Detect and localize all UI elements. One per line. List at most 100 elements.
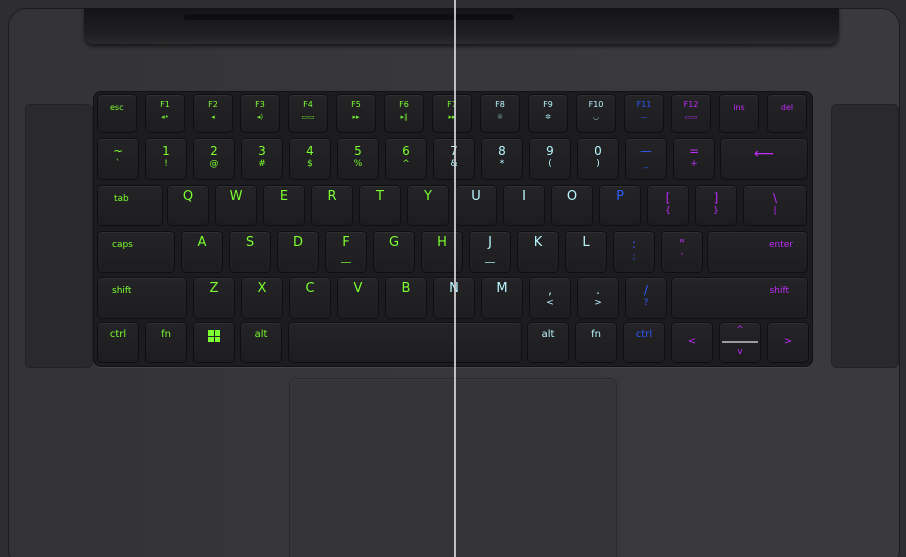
key-sym[interactable]: — _ xyxy=(626,139,666,179)
key-j[interactable]: J xyxy=(470,232,510,272)
key-caps[interactable]: caps xyxy=(98,232,174,272)
key-u[interactable]: U xyxy=(456,186,496,225)
homing-bump xyxy=(485,262,495,263)
key-8[interactable]: 8 * xyxy=(482,139,522,179)
key-y[interactable]: Y xyxy=(408,186,448,225)
key-sublabel: < xyxy=(546,298,554,308)
key-g[interactable]: G xyxy=(374,232,414,272)
key-enter[interactable]: enter xyxy=(708,232,807,272)
key-9[interactable]: 9( xyxy=(530,139,570,179)
backspace-arrow: ⟵ xyxy=(753,146,775,162)
key-f[interactable]: F xyxy=(326,232,366,272)
key-i[interactable]: I xyxy=(504,186,544,225)
key-alt-right[interactable]: alt xyxy=(528,323,568,362)
key-m[interactable]: M xyxy=(482,278,522,318)
key-o[interactable]: O xyxy=(552,186,592,225)
key-esc[interactable]: esc xyxy=(98,95,136,132)
key-label: F9 xyxy=(543,100,553,109)
key-fn-left[interactable]: fn xyxy=(146,323,186,362)
key-sym[interactable]: , < xyxy=(530,278,570,318)
key-b[interactable]: B xyxy=(386,278,426,318)
key-f5[interactable]: F5 ▸▸ xyxy=(337,95,375,132)
key-h[interactable]: H xyxy=(422,232,462,272)
key-f2[interactable]: F2 ◂ xyxy=(194,95,232,132)
key-sym[interactable]: ]} xyxy=(696,186,736,225)
key-ctrl-left[interactable]: ctrl xyxy=(98,323,138,362)
key-f8[interactable]: F8 ☼ xyxy=(481,95,519,132)
key-6[interactable]: 6 ^ xyxy=(386,139,426,179)
key-sym[interactable]: . > xyxy=(578,278,618,318)
key-0[interactable]: 0) xyxy=(578,139,618,179)
key-w[interactable]: W xyxy=(216,186,256,225)
key-label: F3 xyxy=(255,100,265,109)
key-a[interactable]: A xyxy=(182,232,222,272)
key-shift-left[interactable]: shift xyxy=(98,278,186,318)
key-e[interactable]: E xyxy=(264,186,304,225)
key-label: V xyxy=(353,281,363,296)
key-right-arrow[interactable]: > xyxy=(768,323,808,362)
key-sublabel: ◂) xyxy=(256,113,264,121)
key-alt-left[interactable]: alt xyxy=(241,323,281,362)
key-label: 6 xyxy=(402,144,410,158)
key-left-arrow[interactable]: < xyxy=(672,323,712,362)
down-arrow-icon: v xyxy=(737,347,743,357)
key-r[interactable]: R xyxy=(312,186,352,225)
key-ins[interactable]: ins xyxy=(720,95,758,132)
key-5[interactable]: 5% xyxy=(338,139,378,179)
key-q[interactable]: Q xyxy=(168,186,208,225)
key-tab[interactable]: tab xyxy=(98,186,162,225)
key-up-down-arrows[interactable]: ^ v xyxy=(720,323,760,362)
key-k[interactable]: K xyxy=(518,232,558,272)
key-v[interactable]: V xyxy=(338,278,378,318)
key-shift-right[interactable]: shift xyxy=(672,278,807,318)
key-label: F xyxy=(342,235,350,250)
key-l[interactable]: L xyxy=(566,232,606,272)
key-sublabel: ! xyxy=(164,159,168,169)
key-label: R xyxy=(327,189,337,204)
key-windows[interactable] xyxy=(194,323,234,362)
key-f7[interactable]: F7 ▸▸ xyxy=(433,95,471,132)
key-d[interactable]: D xyxy=(278,232,318,272)
key-label: 9 xyxy=(546,144,554,158)
trackpad[interactable] xyxy=(290,379,616,557)
key-f6[interactable]: F6 ▸‖ xyxy=(385,95,423,132)
key-label: C xyxy=(305,281,315,296)
key-f3[interactable]: F3 ◂) xyxy=(241,95,279,132)
key-sym[interactable]: :; xyxy=(614,232,654,272)
key-spacebar[interactable] xyxy=(289,323,521,362)
key-sublabel: ) xyxy=(596,159,600,169)
key-backspace[interactable]: ⟵ xyxy=(721,139,807,179)
key-3[interactable]: 3 # xyxy=(242,139,282,179)
key-s[interactable]: S xyxy=(230,232,270,272)
key-1[interactable]: 1! xyxy=(146,139,186,179)
key-label: H xyxy=(437,235,447,250)
key-p[interactable]: P xyxy=(600,186,640,225)
key-c[interactable]: C xyxy=(290,278,330,318)
key-z[interactable]: Z xyxy=(194,278,234,318)
key-ctrl-right[interactable]: ctrl xyxy=(624,323,664,362)
key-sym[interactable]: [{ xyxy=(648,186,688,225)
key-sym[interactable]: /? xyxy=(626,278,666,318)
key-t[interactable]: T xyxy=(360,186,400,225)
key-sym[interactable]: = + xyxy=(674,139,714,179)
key-sym[interactable]: " ' xyxy=(662,232,702,272)
key-sym[interactable]: ~ ` xyxy=(98,139,138,179)
key-sublabel: # xyxy=(258,159,266,169)
key-f10[interactable]: F10 ◡ xyxy=(577,95,615,132)
key-sublabel: + xyxy=(690,159,698,169)
key-f9[interactable]: F9 ✲ xyxy=(529,95,567,132)
key-sym[interactable]: \ | xyxy=(744,186,806,225)
key-x[interactable]: X xyxy=(242,278,282,318)
key-4[interactable]: 4 $ xyxy=(290,139,330,179)
key-label: \ xyxy=(772,191,778,205)
key-f11[interactable]: F11 — xyxy=(625,95,663,132)
key-f1[interactable]: F1 ◂• xyxy=(146,95,184,132)
key-f4[interactable]: F4 ▭▭ xyxy=(289,95,327,132)
key-fn-right[interactable]: fn xyxy=(576,323,616,362)
key-label: F12 xyxy=(683,100,699,109)
key-del[interactable]: del xyxy=(768,95,806,132)
key-2[interactable]: 2 @ xyxy=(194,139,234,179)
key-label: J xyxy=(488,235,492,250)
key-f12[interactable]: F12 ▭▭ xyxy=(672,95,710,132)
key-label: 1 xyxy=(162,144,170,158)
